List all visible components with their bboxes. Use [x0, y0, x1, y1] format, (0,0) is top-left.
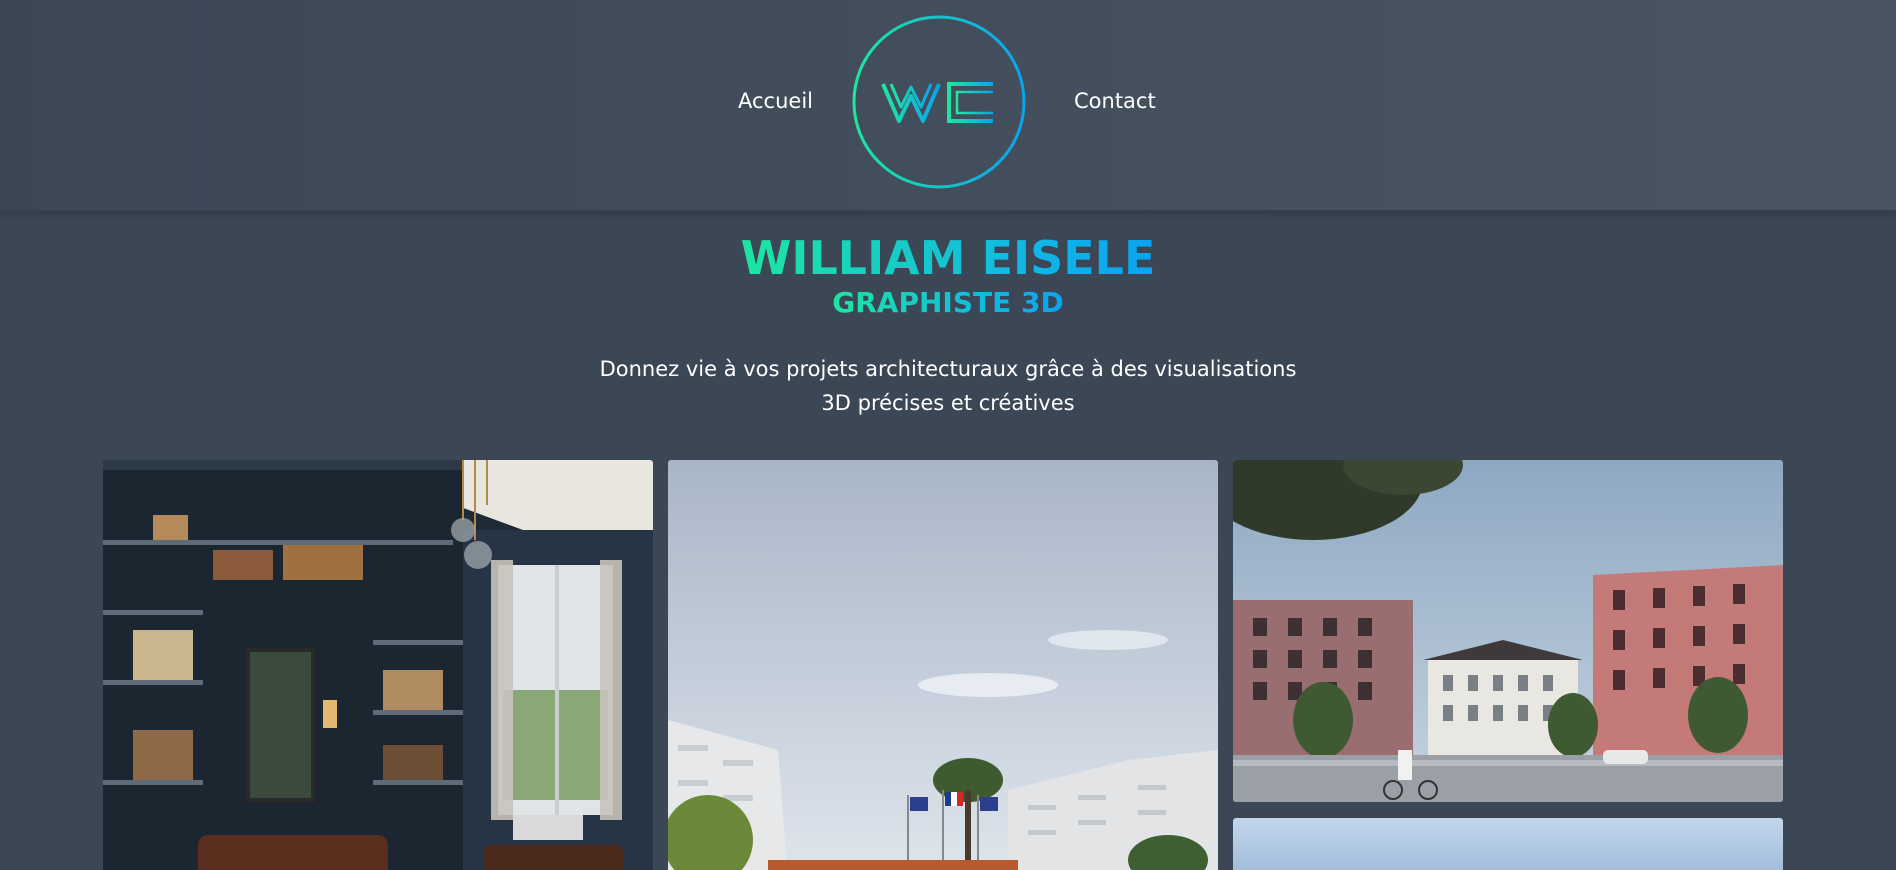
tagline-line-2: 3D précises et créatives — [821, 391, 1075, 415]
hero-role: GRAPHISTE 3D — [0, 284, 1896, 322]
tagline-line-1: Donnez vie à vos projets architecturaux … — [599, 357, 1297, 381]
sky-render-image — [1233, 818, 1783, 870]
hero-name-text: WILLIAM EISELE — [740, 231, 1156, 285]
building-render-image — [668, 460, 1218, 870]
gallery-item-residential[interactable] — [1233, 460, 1783, 802]
gallery-item-sky[interactable] — [1233, 818, 1783, 870]
nav-link-home[interactable]: Accueil — [738, 86, 813, 116]
gallery-item-building[interactable] — [668, 460, 1218, 870]
interior-render-image — [103, 460, 653, 870]
we-logo-icon — [852, 15, 1026, 189]
gallery-item-interior[interactable] — [103, 460, 653, 870]
nav-link-contact[interactable]: Contact — [1074, 86, 1156, 116]
hero-tagline: Donnez vie à vos projets architecturaux … — [0, 352, 1896, 420]
residential-render-image — [1233, 460, 1783, 802]
hero-role-text: GRAPHISTE 3D — [832, 286, 1064, 319]
hero-name: WILLIAM EISELE — [0, 230, 1896, 286]
site-header: Accueil Contact — [0, 0, 1896, 212]
logo[interactable] — [851, 14, 1027, 190]
